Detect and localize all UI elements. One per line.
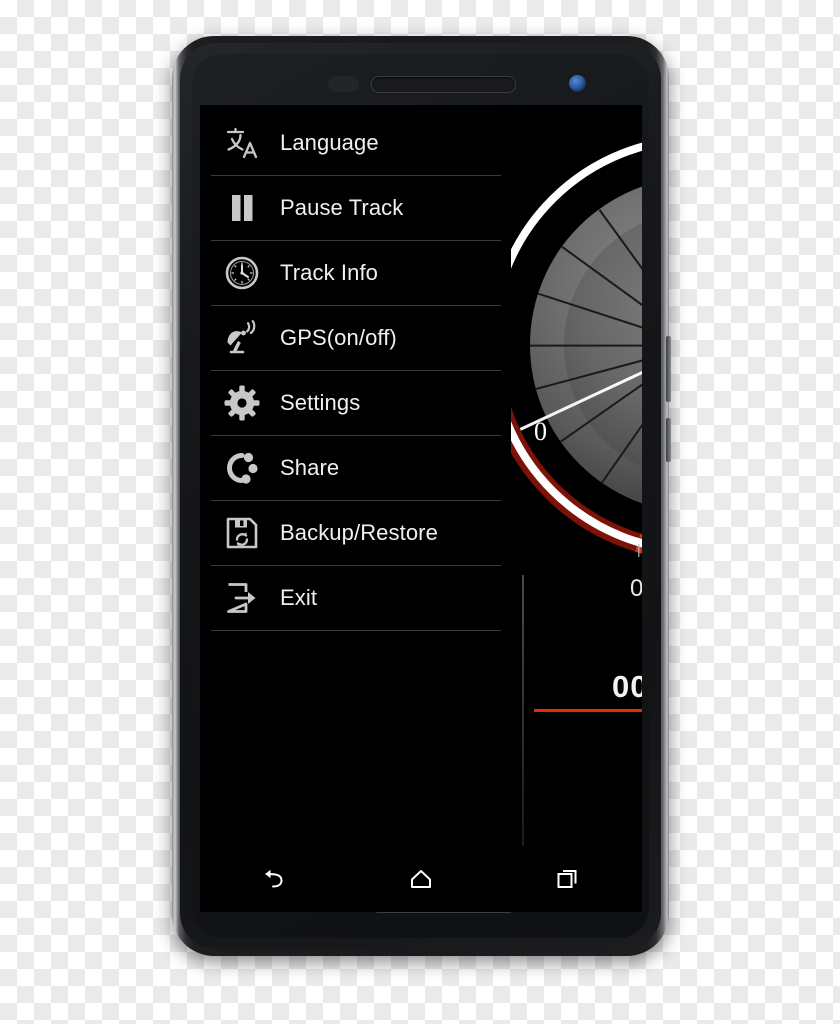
exit-arrow-icon xyxy=(222,578,262,618)
menu-item-label: GPS(on/off) xyxy=(280,325,397,350)
phone-screen: 0 | 0 00 Language Pause Track Track Info… xyxy=(200,105,642,912)
clock-icon xyxy=(222,253,262,293)
gauge-zero-label: 0 xyxy=(534,417,547,446)
menu-item-settings[interactable]: Settings xyxy=(211,371,501,436)
home-icon xyxy=(407,865,435,893)
odometer-value: 00 xyxy=(612,669,642,704)
satellite-dish-icon xyxy=(222,318,262,358)
menu-item-label: Pause Track xyxy=(280,195,404,220)
gear-icon xyxy=(222,383,262,423)
translate-icon xyxy=(222,123,262,163)
menu-item-label: Share xyxy=(280,455,340,480)
pause-icon xyxy=(222,188,262,228)
android-navigation-bar xyxy=(200,846,642,912)
menu-item-pause-track[interactable]: Pause Track xyxy=(211,176,501,241)
front-camera-icon xyxy=(569,75,586,92)
home-button[interactable] xyxy=(391,857,451,901)
gauge-tick xyxy=(530,345,642,347)
menu-item-exit[interactable]: Exit xyxy=(211,566,501,631)
menu-item-track-info[interactable]: Track Info xyxy=(211,241,501,306)
menu-item-label: Language xyxy=(280,130,379,155)
earpiece-speaker-icon xyxy=(371,76,516,93)
menu-item-label: Exit xyxy=(280,585,318,610)
menu-list: Language Pause Track Track Info GPS(on/o… xyxy=(211,111,501,631)
recents-icon xyxy=(554,865,582,893)
back-arrow-icon xyxy=(260,865,288,893)
speedometer-gauge xyxy=(405,105,642,638)
menu-item-label: Settings xyxy=(280,390,361,415)
menu-item-gps[interactable]: GPS(on/off) xyxy=(211,306,501,371)
menu-item-language[interactable]: Language xyxy=(211,111,501,176)
odometer-underline xyxy=(534,709,642,712)
power-button[interactable] xyxy=(666,336,671,402)
back-button[interactable] xyxy=(244,857,304,901)
slide-out-menu-panel: Language Pause Track Track Info GPS(on/o… xyxy=(200,105,511,912)
recents-button[interactable] xyxy=(538,857,598,901)
odometer-secondary-value: 0 xyxy=(630,575,642,602)
screenshot-stage: 0 | 0 00 Language Pause Track Track Info… xyxy=(0,0,840,1024)
menu-item-label: Track Info xyxy=(280,260,378,285)
volume-button[interactable] xyxy=(666,418,671,462)
menu-item-label: Backup/Restore xyxy=(280,520,438,545)
menu-item-share[interactable]: Share xyxy=(211,436,501,501)
proximity-sensor-icon xyxy=(328,76,359,92)
share-nodes-icon xyxy=(222,448,262,488)
odometer-tiny-text: | xyxy=(637,541,641,557)
menu-item-backup-restore[interactable]: Backup/Restore xyxy=(211,501,501,566)
floppy-disk-refresh-icon xyxy=(222,513,262,553)
